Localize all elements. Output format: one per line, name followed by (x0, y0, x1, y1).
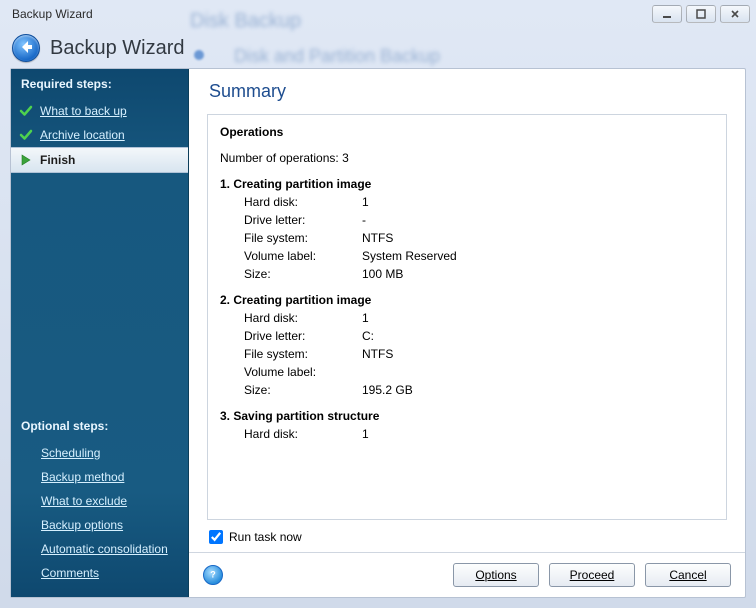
operation-row: Hard disk:1 (220, 309, 714, 327)
footer: ? Options Proceed Cancel (189, 552, 745, 597)
operation-row-label: Volume label: (244, 363, 362, 381)
content-pane: Summary Operations Number of operations:… (189, 69, 745, 597)
minimize-button[interactable] (652, 5, 682, 23)
sidebar: Required steps: What to back up Archive l… (11, 69, 189, 597)
operation-row-label: Volume label: (244, 247, 362, 265)
svg-text:?: ? (210, 570, 216, 580)
operation-row: Size:195.2 GB (220, 381, 714, 399)
operation-row-value: NTFS (362, 229, 393, 247)
close-button[interactable] (720, 5, 750, 23)
main-area: Required steps: What to back up Archive l… (10, 68, 746, 598)
operations-box: Operations Number of operations: 3 1. Cr… (207, 114, 727, 520)
cancel-button[interactable]: Cancel (645, 563, 731, 587)
operation-row-value: 1 (362, 193, 369, 211)
num-operations: Number of operations: 3 (220, 149, 714, 167)
sidebar-item-label: Backup options (41, 518, 123, 532)
operation-row-label: Size: (244, 381, 362, 399)
operation-row-label: Hard disk: (244, 309, 362, 327)
sidebar-item-required[interactable]: Finish (11, 147, 188, 173)
maximize-button[interactable] (686, 5, 716, 23)
sidebar-item-optional[interactable]: Backup options (11, 513, 188, 537)
operation-row: Drive letter:C: (220, 327, 714, 345)
window-title: Backup Wizard (12, 7, 93, 21)
window-buttons (652, 5, 750, 23)
operation-title: 2. Creating partition image (220, 291, 714, 309)
operation-title: 3. Saving partition structure (220, 407, 714, 425)
operation-row-value: NTFS (362, 345, 393, 363)
operation-title: 1. Creating partition image (220, 175, 714, 193)
operation-row-label: Drive letter: (244, 327, 362, 345)
sidebar-item-label: Archive location (40, 128, 125, 142)
operation-row-value: - (362, 211, 366, 229)
sidebar-item-label: Scheduling (41, 446, 100, 460)
sidebar-item-optional[interactable]: Backup method (11, 465, 188, 489)
operation-row-label: Hard disk: (244, 425, 362, 443)
sidebar-item-label: Comments (41, 566, 99, 580)
operation-row-label: File system: (244, 229, 362, 247)
operation-row-value: 1 (362, 309, 369, 327)
proceed-button[interactable]: Proceed (549, 563, 635, 587)
operation-row-value: 100 MB (362, 265, 403, 283)
operation-row-value: 195.2 GB (362, 381, 413, 399)
summary-heading: Summary (189, 69, 745, 108)
arrow-right-icon (19, 153, 33, 167)
sidebar-item-label: Automatic consolidation (41, 542, 168, 556)
sidebar-item-optional[interactable]: What to exclude (11, 489, 188, 513)
operation-row-label: Drive letter: (244, 211, 362, 229)
run-task-checkbox[interactable] (209, 530, 223, 544)
optional-heading: Optional steps: (11, 411, 188, 441)
operation-row-label: Size: (244, 265, 362, 283)
sidebar-item-label: Backup method (41, 470, 124, 484)
operation-row: Hard disk:1 (220, 425, 714, 443)
sidebar-item-label: Finish (40, 153, 75, 167)
sidebar-item-optional[interactable]: Automatic consolidation (11, 537, 188, 561)
page-title: Backup Wizard (50, 37, 185, 60)
operation-row: Size:100 MB (220, 265, 714, 283)
sidebar-item-required[interactable]: What to back up (11, 99, 188, 123)
operation-row: File system:NTFS (220, 345, 714, 363)
operation-row-label: Hard disk: (244, 193, 362, 211)
operations-heading: Operations (220, 123, 714, 141)
operation-row: File system:NTFS (220, 229, 714, 247)
options-button[interactable]: Options (453, 563, 539, 587)
sidebar-item-optional[interactable]: Scheduling (11, 441, 188, 465)
operation-row-value: System Reserved (362, 247, 457, 265)
sidebar-item-optional[interactable]: Comments (11, 561, 188, 585)
required-heading: Required steps: (11, 69, 188, 99)
operation-row-label: File system: (244, 345, 362, 363)
operation-row: Volume label: (220, 363, 714, 381)
sidebar-item-required[interactable]: Archive location (11, 123, 188, 147)
header-row: Backup Wizard (0, 28, 756, 68)
operation-row-value: C: (362, 327, 374, 345)
check-icon (19, 128, 33, 142)
run-task-row: Run task now (189, 530, 745, 552)
operation-row: Hard disk:1 (220, 193, 714, 211)
operation-row: Drive letter:- (220, 211, 714, 229)
back-button[interactable] (12, 34, 40, 62)
run-task-label[interactable]: Run task now (229, 530, 302, 544)
check-icon (19, 104, 33, 118)
help-icon: ? (208, 568, 218, 582)
operation-row-value: 1 (362, 425, 369, 443)
sidebar-item-label: What to back up (40, 104, 127, 118)
titlebar: Backup Wizard (0, 0, 756, 28)
arrow-left-icon (18, 39, 34, 58)
sidebar-item-label: What to exclude (41, 494, 127, 508)
help-button[interactable]: ? (203, 565, 223, 585)
operation-row: Volume label:System Reserved (220, 247, 714, 265)
